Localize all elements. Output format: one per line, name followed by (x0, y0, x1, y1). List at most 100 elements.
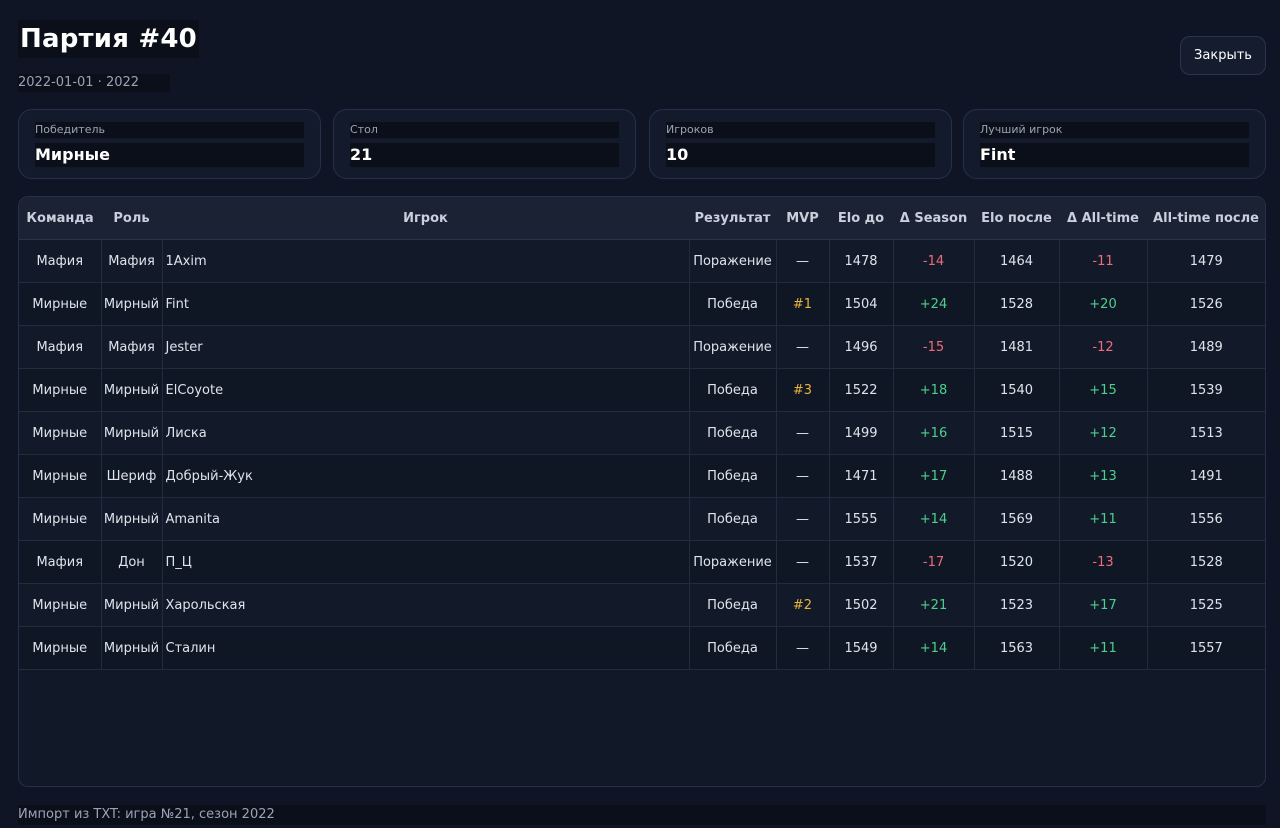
team-cell: Мирные (19, 454, 102, 498)
elo-after-cell: 1569 (974, 497, 1060, 541)
elo-after-cell: 1528 (974, 282, 1060, 326)
table-row[interactable]: Мирные Мирный Харольская Победа #2 1502 +21 152… (19, 583, 1265, 627)
card-label: Стол (350, 122, 619, 138)
table-row[interactable]: Мирные Мирный Amanita Победа —1555 +14 1569 +11… (19, 497, 1265, 541)
column-header-elo-before[interactable]: Elo до (829, 197, 893, 240)
elo-before-cell: 1478 (829, 239, 894, 283)
card-value: 21 (350, 143, 619, 167)
result-cell: Победа (689, 282, 777, 326)
column-header-team[interactable]: Команда (19, 197, 101, 240)
delta-season-cell: +16 (893, 411, 975, 455)
elo-before-cell: 1555 (829, 497, 894, 541)
elo-before-cell: 1522 (829, 368, 894, 412)
elo-before-cell: 1502 (829, 583, 894, 627)
team-cell: Мирные (19, 411, 102, 455)
result-cell: Поражение (689, 540, 777, 584)
result-cell: Победа (689, 583, 777, 627)
delta-season-cell: +14 (893, 626, 975, 670)
mvp-cell: — (776, 454, 830, 498)
alltime-after-cell: 1528 (1147, 540, 1265, 584)
role-cell: Мирный (101, 411, 163, 455)
role-cell: Дон (101, 540, 163, 584)
results-table-container: Команда Роль Игрок Результат MVP Elo до … (18, 196, 1266, 787)
mvp-cell: — (776, 497, 830, 541)
elo-after-cell: 1523 (974, 583, 1060, 627)
column-header-delta-season[interactable]: Δ Season (893, 197, 974, 240)
delta-alltime-cell: -13 (1059, 540, 1148, 584)
role-cell: Мирный (101, 626, 163, 670)
table-row[interactable]: Мафия Мафия 1Axim Поражение —1478 -14 1464 -11 1… (19, 239, 1265, 283)
mvp-cell: #2 (776, 583, 830, 627)
alltime-after-cell: 1556 (1147, 497, 1265, 541)
role-cell: Мирный (101, 583, 163, 627)
team-cell: Мирные (19, 282, 102, 326)
card-table: Стол 21 (333, 109, 636, 179)
page-subtitle: 2022-01-01 · 2022 (18, 74, 170, 92)
team-cell: Мирные (19, 497, 102, 541)
column-header-role[interactable]: Роль (101, 197, 162, 240)
player-cell: П_Ц (162, 540, 690, 584)
table-row[interactable]: Мирные Мирный Лиска Победа —1499 +16 1515 +12 15… (19, 411, 1265, 455)
delta-season-cell: +21 (893, 583, 975, 627)
column-header-alltime-after[interactable]: All-time после (1147, 197, 1265, 240)
close-button[interactable]: Закрыть (1180, 36, 1266, 75)
alltime-after-cell: 1557 (1147, 626, 1265, 670)
column-header-delta-alltime[interactable]: Δ All-time (1059, 197, 1147, 240)
card-value: Мирные (35, 143, 304, 167)
elo-before-cell: 1537 (829, 540, 894, 584)
role-cell: Мафия (101, 325, 163, 369)
column-header-mvp[interactable]: MVP (776, 197, 829, 240)
card-players: Игроков 10 (649, 109, 952, 179)
alltime-after-cell: 1491 (1147, 454, 1265, 498)
mvp-cell: — (776, 540, 830, 584)
elo-after-cell: 1540 (974, 368, 1060, 412)
elo-after-cell: 1520 (974, 540, 1060, 584)
player-cell: Fint (162, 282, 690, 326)
table-row[interactable]: Мирные Шериф Добрый-Жук Победа —1471 +17 1488 +… (19, 454, 1265, 498)
team-cell: Мирные (19, 583, 102, 627)
player-cell: Добрый-Жук (162, 454, 690, 498)
delta-alltime-cell: -12 (1059, 325, 1148, 369)
delta-alltime-cell: +11 (1059, 497, 1148, 541)
result-cell: Победа (689, 368, 777, 412)
delta-alltime-cell: -11 (1059, 239, 1148, 283)
column-header-result[interactable]: Результат (689, 197, 776, 240)
delta-season-cell: +18 (893, 368, 975, 412)
card-value: Fint (980, 143, 1249, 167)
elo-before-cell: 1549 (829, 626, 894, 670)
table-row[interactable]: Мирные Мирный ElCoyote Победа #3 1522 +18 1540 +… (19, 368, 1265, 412)
role-cell: Мирный (101, 368, 163, 412)
elo-after-cell: 1464 (974, 239, 1060, 283)
alltime-after-cell: 1489 (1147, 325, 1265, 369)
delta-alltime-cell: +20 (1059, 282, 1148, 326)
elo-after-cell: 1563 (974, 626, 1060, 670)
player-cell: ElCoyote (162, 368, 690, 412)
column-header-player[interactable]: Игрок (162, 197, 689, 240)
result-cell: Победа (689, 497, 777, 541)
card-best-player: Лучший игрок Fint (963, 109, 1266, 179)
footer-note: Импорт из TXT: игра №21, сезон 2022 (18, 805, 1266, 825)
table-row[interactable]: Мирные Мирный Fint Победа #1 1504 +24 1528 +20 15… (19, 282, 1265, 326)
result-cell: Победа (689, 411, 777, 455)
delta-season-cell: +17 (893, 454, 975, 498)
table-row[interactable]: Мафия Мафия Jester Поражение —1496 -15 1481 -12… (19, 325, 1265, 369)
elo-after-cell: 1515 (974, 411, 1060, 455)
delta-season-cell: +14 (893, 497, 975, 541)
result-cell: Поражение (689, 325, 777, 369)
elo-before-cell: 1496 (829, 325, 894, 369)
column-header-elo-after[interactable]: Elo после (974, 197, 1059, 240)
role-cell: Мирный (101, 282, 163, 326)
mvp-cell: — (776, 239, 830, 283)
table-row[interactable]: Мафия Дон П_Ц Поражение —1537 -17 1520 -13 1528 (19, 540, 1265, 584)
card-label: Победитель (35, 122, 304, 138)
table-header-row: Команда Роль Игрок Результат MVP Elo до … (19, 197, 1265, 240)
table-row[interactable]: Мирные Мирный Сталин Победа —1549 +14 1563 +11 1… (19, 626, 1265, 670)
result-cell: Победа (689, 454, 777, 498)
result-cell: Победа (689, 626, 777, 670)
elo-after-cell: 1481 (974, 325, 1060, 369)
alltime-after-cell: 1526 (1147, 282, 1265, 326)
delta-alltime-cell: +13 (1059, 454, 1148, 498)
delta-season-cell: +24 (893, 282, 975, 326)
role-cell: Мафия (101, 239, 163, 283)
player-cell: Amanita (162, 497, 690, 541)
